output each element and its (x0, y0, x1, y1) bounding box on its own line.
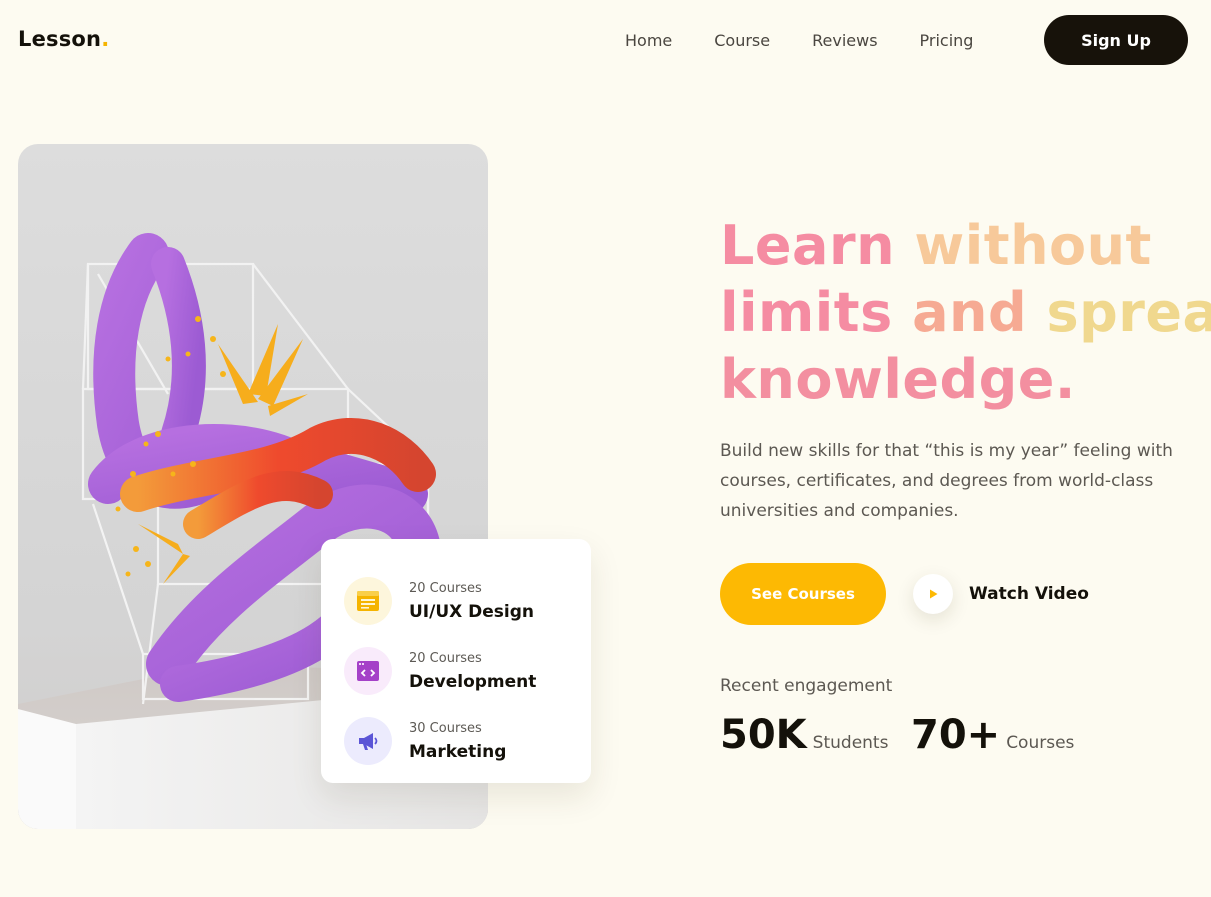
category-name: Marketing (409, 741, 507, 762)
headline-word: knowledge. (720, 348, 1076, 411)
nav-pricing[interactable]: Pricing (920, 31, 974, 50)
headline-word: and (912, 281, 1028, 344)
headline-word: Learn (720, 214, 896, 277)
headline-word: limits (720, 281, 893, 344)
logo[interactable]: Lesson. (18, 27, 109, 51)
category-name: Development (409, 671, 537, 692)
category-count: 20 Courses (409, 650, 482, 666)
stat-value: 70+ (911, 712, 1001, 758)
headline-word: spread (1046, 281, 1211, 344)
headline-word: without (914, 214, 1152, 277)
code-window-icon (344, 647, 392, 695)
stat-unit: Students (812, 733, 889, 753)
stat-unit: Courses (1006, 733, 1075, 753)
engagement-label: Recent engagement (720, 676, 893, 696)
category-count: 30 Courses (409, 720, 482, 736)
category-item-marketing[interactable]: 30 Courses Marketing (344, 706, 591, 776)
stat-value: 50K (720, 712, 807, 758)
play-icon (913, 574, 953, 614)
stat-students: 50K Students (720, 712, 888, 758)
logo-text: Lesson (18, 27, 102, 51)
category-name: UI/UX Design (409, 601, 535, 622)
layout-icon (344, 577, 392, 625)
watch-video-label: Watch Video (969, 584, 1089, 604)
category-count: 20 Courses (409, 580, 482, 596)
watch-video-button[interactable]: Watch Video (913, 572, 1089, 616)
nav-home[interactable]: Home (625, 31, 672, 50)
category-item-uiux[interactable]: 20 Courses UI/UX Design (344, 566, 591, 636)
see-courses-button[interactable]: See Courses (720, 563, 886, 625)
sign-up-button[interactable]: Sign Up (1044, 15, 1188, 65)
course-categories-card: 20 Courses UI/UX Design 20 Courses Devel… (321, 539, 591, 783)
hero-headline: Learn without limits and spread knowledg… (720, 212, 1211, 413)
megaphone-icon (344, 717, 392, 765)
logo-dot: . (101, 27, 110, 51)
category-item-development[interactable]: 20 Courses Development (344, 636, 591, 706)
main-nav: Home Course Reviews Pricing (625, 31, 1015, 50)
stat-courses: 70+ Courses (911, 712, 1074, 758)
hero-description: Build new skills for that “this is my ye… (720, 441, 1173, 521)
nav-reviews[interactable]: Reviews (812, 31, 877, 50)
nav-course[interactable]: Course (714, 31, 770, 50)
